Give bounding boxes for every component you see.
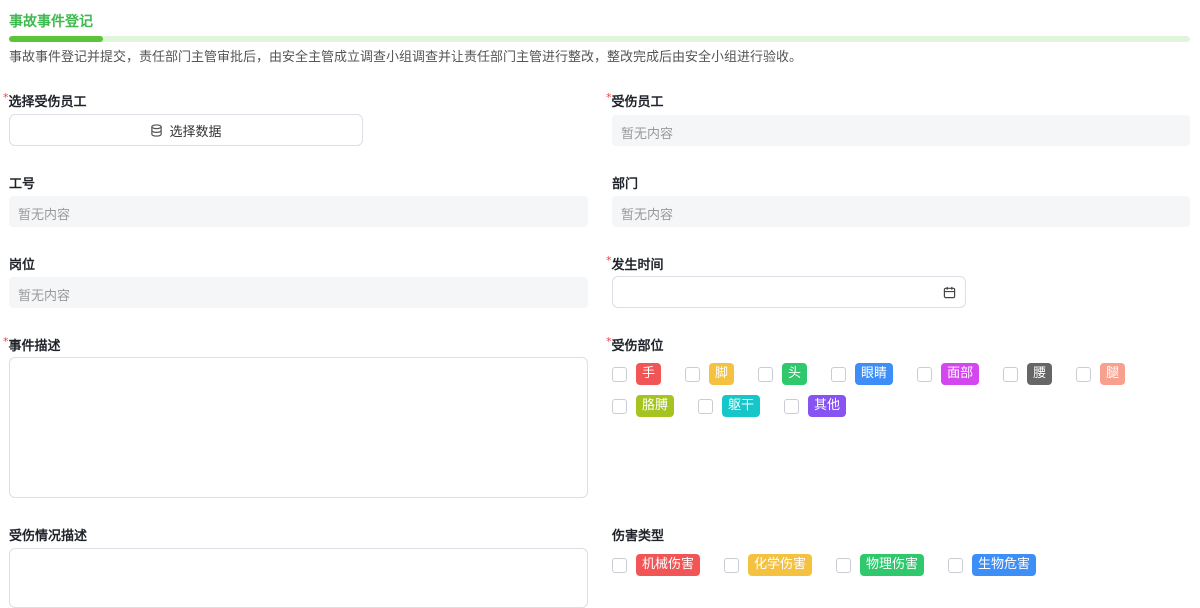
harm-types-label: 伤害类型	[612, 529, 665, 544]
option-tag: 躯干	[722, 395, 761, 417]
checkbox-option[interactable]: 机械伤害	[612, 554, 701, 576]
checkbox-option[interactable]: 腿	[1076, 363, 1126, 385]
database-icon	[151, 123, 163, 137]
employee-id-label: 工号	[9, 177, 36, 192]
position-label: 岗位	[9, 258, 36, 273]
checkbox[interactable]	[836, 557, 852, 573]
checkbox-option[interactable]: 头	[758, 363, 808, 385]
option-tag: 腿	[1100, 363, 1126, 385]
option-tag: 头	[782, 363, 808, 385]
progress-bar	[9, 36, 1190, 42]
option-tag: 面部	[941, 363, 980, 385]
progress-fill	[9, 36, 104, 42]
checkbox-option[interactable]: 脚	[685, 363, 735, 385]
label-text: 事件描述	[8, 339, 61, 354]
checkbox[interactable]	[758, 366, 774, 382]
option-tag: 机械伤害	[636, 554, 701, 576]
option-tag: 物理伤害	[860, 554, 925, 576]
occur-time-picker[interactable]	[612, 276, 966, 308]
calendar-icon	[943, 286, 956, 299]
body-parts-checkbox-group: 手 脚 头 眼睛 面部 腰 腿胳膊 躯干 其他	[612, 363, 1182, 417]
harm-types-checkbox-group: 机械伤害 化学伤害 物理伤害 生物危害	[612, 554, 1182, 576]
page-description: 事故事件登记并提交，责任部门主管审批后，由安全主管成立调查小组调查并让责任部门主…	[9, 50, 803, 65]
checkbox[interactable]	[948, 557, 964, 573]
option-tag: 手	[636, 363, 662, 385]
checkbox-option[interactable]: 躯干	[698, 395, 761, 417]
checkbox-option[interactable]: 物理伤害	[836, 554, 925, 576]
checkbox[interactable]	[698, 398, 714, 414]
checkbox[interactable]	[917, 366, 933, 382]
checkbox[interactable]	[1076, 366, 1092, 382]
page-title: 事故事件登记	[9, 14, 93, 30]
event-desc-textarea[interactable]	[9, 357, 588, 498]
checkbox-option[interactable]: 化学伤害	[724, 554, 813, 576]
event-desc-label: *事件描述	[3, 335, 61, 354]
injured-employee-label: *受伤员工	[606, 91, 664, 110]
checkbox-option[interactable]: 腰	[1003, 363, 1053, 385]
checkbox[interactable]	[685, 366, 701, 382]
label-text: 受伤部位	[611, 339, 664, 354]
button-label: 选择数据	[169, 124, 222, 140]
checkbox-option[interactable]: 眼睛	[831, 363, 894, 385]
checkbox[interactable]	[612, 557, 627, 573]
checkbox[interactable]	[612, 366, 627, 382]
select-employee-label: *选择受伤员工	[3, 91, 87, 110]
checkbox[interactable]	[1003, 366, 1019, 382]
label-text: 选择受伤员工	[8, 95, 87, 110]
option-tag: 化学伤害	[748, 554, 813, 576]
injured-employee-field: 暂无内容	[612, 115, 1190, 146]
employee-id-field: 暂无内容	[9, 196, 588, 227]
checkbox-option[interactable]: 其他	[784, 395, 847, 417]
option-tag: 胳膊	[636, 395, 675, 417]
injury-desc-label: 受伤情况描述	[9, 529, 88, 544]
select-data-button[interactable]: 选择数据	[9, 114, 363, 146]
checkbox-option[interactable]: 手	[612, 363, 662, 385]
checkbox[interactable]	[784, 398, 800, 414]
option-tag: 脚	[709, 363, 735, 385]
option-tag: 眼睛	[855, 363, 894, 385]
checkbox[interactable]	[831, 366, 847, 382]
label-text: 发生时间	[611, 258, 664, 273]
label-text: 受伤员工	[611, 95, 664, 110]
department-label: 部门	[612, 177, 639, 192]
checkbox-option[interactable]: 胳膊	[612, 395, 675, 417]
checkbox[interactable]	[612, 398, 627, 414]
position-field: 暂无内容	[9, 277, 588, 308]
department-field: 暂无内容	[612, 196, 1190, 227]
checkbox[interactable]	[724, 557, 740, 573]
option-tag: 腰	[1027, 363, 1053, 385]
occur-time-label: *发生时间	[606, 254, 664, 273]
injury-desc-textarea[interactable]	[9, 548, 588, 608]
body-parts-label: *受伤部位	[606, 335, 664, 354]
checkbox-option[interactable]: 面部	[917, 363, 980, 385]
checkbox-option[interactable]: 生物危害	[948, 554, 1037, 576]
option-tag: 其他	[808, 395, 847, 417]
option-tag: 生物危害	[972, 554, 1037, 576]
